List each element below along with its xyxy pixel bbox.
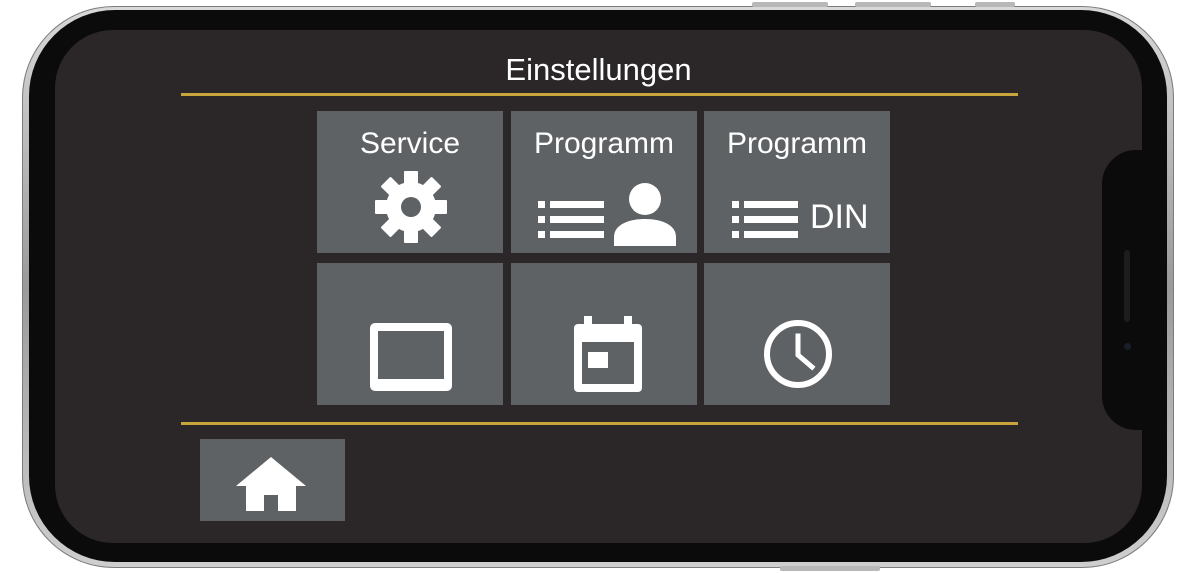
power-button	[780, 566, 880, 571]
mute-switch	[975, 2, 1015, 7]
page-title: Einstellungen	[505, 52, 692, 87]
service-tile[interactable]: Service	[317, 111, 503, 253]
din-program-tile-label: Programm	[726, 127, 868, 160]
calendar-tile[interactable]	[511, 263, 697, 405]
display-icon	[370, 323, 452, 391]
list-icon	[538, 197, 604, 241]
user-program-tile[interactable]: Programm	[511, 111, 697, 253]
list-icon	[732, 197, 798, 241]
home-icon	[236, 457, 306, 511]
user-icon	[614, 182, 676, 246]
user-program-tile-label: Programm	[533, 127, 675, 160]
din-program-tile[interactable]: Programm DIN	[704, 111, 890, 253]
gear-icon	[373, 169, 449, 245]
speaker-grille	[1124, 250, 1130, 322]
footer-divider	[181, 422, 1018, 425]
clock-icon	[762, 318, 834, 390]
front-camera	[1124, 343, 1131, 350]
volume-button	[752, 2, 828, 7]
home-button[interactable]	[200, 439, 345, 521]
din-label: DIN	[810, 198, 869, 236]
service-tile-label: Service	[359, 127, 461, 160]
clock-tile[interactable]	[704, 263, 890, 405]
header-divider	[181, 93, 1018, 96]
display-tile[interactable]	[317, 263, 503, 405]
calendar-icon	[574, 316, 642, 392]
volume-button	[855, 2, 931, 7]
